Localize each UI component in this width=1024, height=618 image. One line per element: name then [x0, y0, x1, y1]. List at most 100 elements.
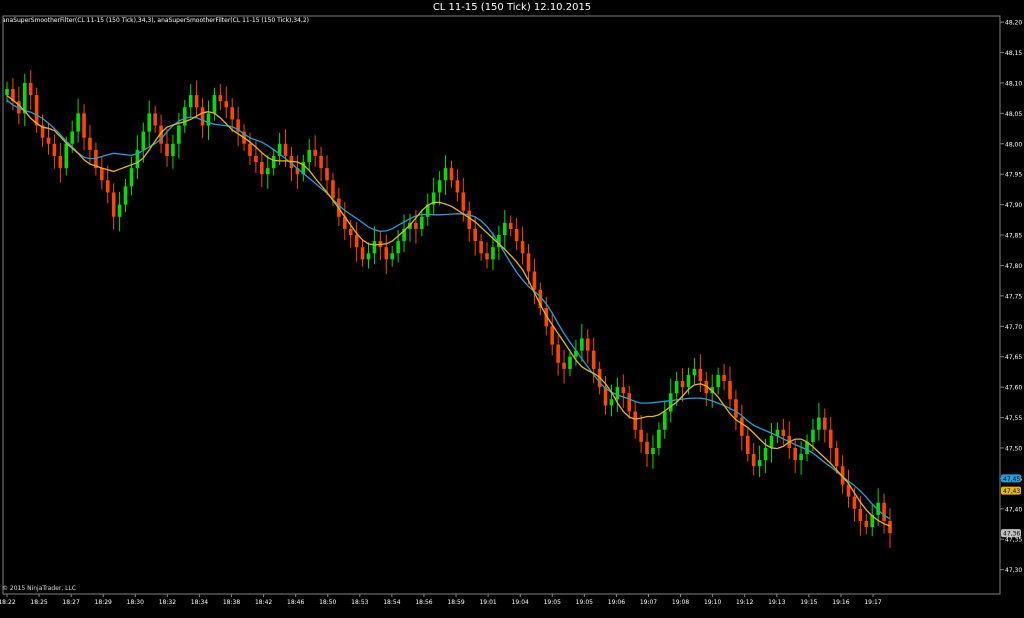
candle-body: [34, 95, 39, 126]
candle-body: [751, 454, 756, 467]
candle-body: [88, 137, 92, 150]
x-tick-label: 19:15: [800, 599, 817, 606]
candle-body: [828, 429, 833, 448]
candle-body: [64, 143, 69, 169]
candle-body: [882, 502, 886, 521]
smoother-line-34-3: [6, 99, 891, 520]
candle-body: [147, 113, 152, 132]
y-tick-label: 48,20: [1005, 20, 1022, 27]
price-marker-label: 47,45: [1003, 476, 1020, 483]
y-tick-label: 47,30: [1005, 567, 1022, 574]
candle-body: [781, 429, 786, 436]
candle-body: [188, 95, 193, 108]
x-tick-label: 19:05: [576, 599, 593, 606]
candle-body: [609, 399, 614, 406]
y-tick-label: 47,75: [1005, 293, 1022, 300]
candle-body: [834, 447, 839, 467]
candle-body: [728, 381, 732, 400]
candle-body: [817, 417, 821, 430]
x-tick-label: 19:05: [544, 599, 561, 606]
x-tick-label: 19:06: [608, 599, 625, 606]
candle-body: [763, 447, 768, 461]
candle-body: [740, 417, 744, 436]
candle-body: [757, 460, 762, 467]
candle-body: [200, 107, 205, 126]
candle-body: [165, 143, 169, 156]
candle-body: [366, 253, 371, 260]
candle-body: [360, 247, 365, 260]
candle-body: [331, 180, 335, 199]
price-marker-label: 47,43: [1003, 488, 1020, 495]
candle-body: [686, 374, 691, 388]
candle-body: [348, 228, 353, 236]
y-tick-label: 48,05: [1005, 111, 1022, 118]
candle-body: [100, 168, 104, 181]
candle-body: [651, 447, 655, 455]
candle-body: [485, 253, 489, 260]
candle-body: [46, 137, 51, 144]
x-tick-label: 19:07: [640, 599, 657, 606]
candle-body: [194, 95, 199, 108]
candle-body: [260, 162, 264, 175]
candle-body: [823, 417, 827, 430]
price-chart[interactable]: 48,20 48,15 48,10 48,05 48,00 47,95 47,90 47,85…: [0, 0, 1024, 618]
candle-body: [585, 338, 590, 351]
candle-body: [271, 155, 276, 169]
y-tick-label: 47,85: [1005, 233, 1022, 240]
candle-body: [811, 429, 815, 442]
candle-body: [230, 107, 234, 120]
candle-body: [663, 411, 667, 430]
candle-body: [307, 149, 312, 163]
candle-body: [473, 228, 477, 242]
candle-body: [680, 381, 685, 388]
candle-body: [254, 155, 258, 163]
candle-body: [633, 411, 637, 430]
candle-body: [171, 143, 175, 156]
candle-body: [591, 350, 596, 369]
candle-body: [858, 508, 863, 521]
x-tick-label: 18:27: [62, 599, 79, 606]
candle-body: [248, 143, 252, 156]
candle-body: [117, 204, 122, 217]
x-tick-label: 19:12: [736, 599, 753, 606]
candle-body: [105, 180, 110, 193]
x-tick-label: 19:16: [832, 599, 849, 606]
x-tick-label: 18:54: [383, 599, 400, 606]
candle-body: [562, 362, 566, 369]
smoother-line-34-2: [6, 95, 891, 527]
plot-frame: [2, 15, 1001, 595]
candle-body: [722, 374, 726, 382]
candle-body: [82, 113, 86, 138]
x-tick-label: 19:01: [479, 599, 496, 606]
candle-body: [177, 125, 181, 144]
candle-body: [206, 113, 211, 126]
candle-body: [449, 168, 454, 181]
x-tick-label: 18:59: [447, 599, 464, 606]
candle-body: [390, 253, 395, 260]
candle-body: [443, 168, 448, 181]
x-tick-label: 18:56: [415, 599, 432, 606]
candle-body: [467, 210, 472, 229]
candle-body: [639, 429, 643, 442]
y-tick-label: 47,35: [1005, 537, 1022, 544]
candle-body: [153, 113, 157, 126]
candle-body: [325, 168, 329, 181]
candle-body: [384, 247, 389, 260]
candle-body: [437, 180, 442, 193]
candle-body: [396, 241, 400, 254]
candle-body: [615, 387, 620, 400]
y-tick-label: 47,95: [1005, 172, 1022, 179]
y-tick-label: 47,80: [1005, 263, 1022, 270]
candle-body: [461, 192, 466, 211]
candle-body: [491, 247, 495, 260]
candle-body: [58, 155, 63, 169]
candle-body: [265, 168, 270, 175]
candle-body: [420, 216, 424, 229]
candle-body: [568, 356, 572, 369]
candle-body: [319, 155, 323, 169]
candle-body: [799, 454, 803, 461]
x-tick-label: 18:22: [0, 599, 16, 606]
candle-body: [70, 131, 74, 144]
candle-body: [22, 82, 27, 114]
candle-body: [793, 447, 797, 461]
